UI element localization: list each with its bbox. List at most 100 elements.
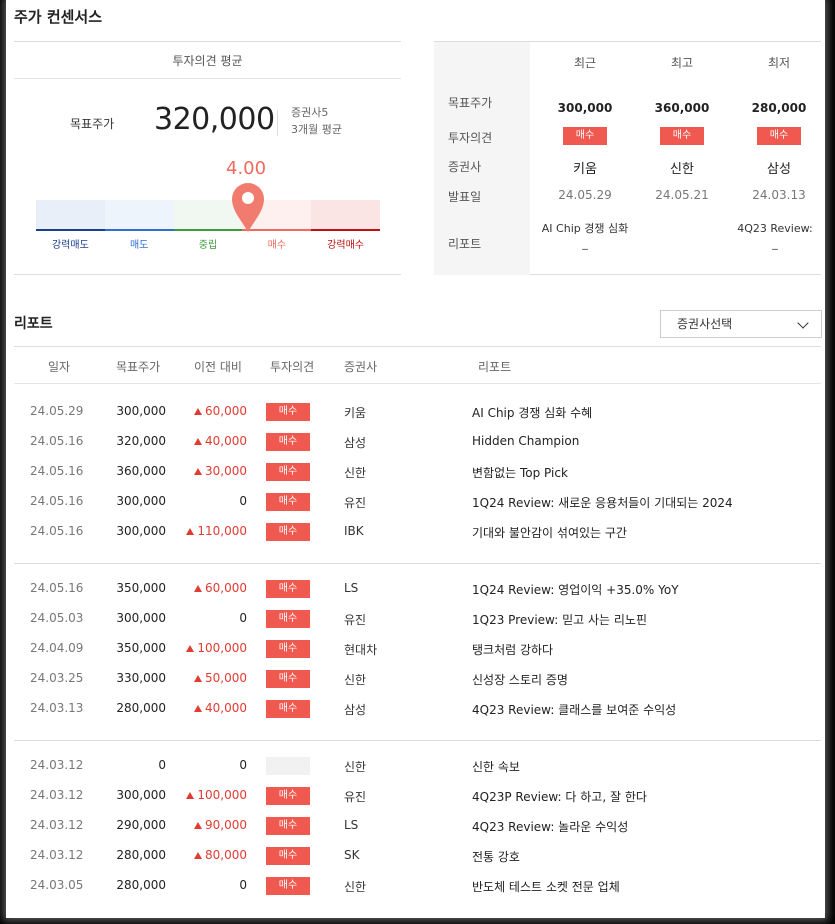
low-target: 280,000 bbox=[751, 101, 807, 115]
opinion-badge: 매수 bbox=[266, 493, 310, 511]
report-link[interactable]: 전통 강호 bbox=[472, 848, 520, 865]
table-row[interactable]: 24.03.12 280,000 80,000 매수 SK 전통 강호 bbox=[14, 841, 821, 871]
low-date: 24.03.13 bbox=[752, 188, 806, 202]
gauge-pin-icon bbox=[232, 183, 264, 232]
consensus-header: 투자의견 평균 bbox=[14, 42, 401, 79]
cell-opinion: 매수 bbox=[266, 463, 310, 481]
cell-target: 290,000 bbox=[116, 818, 166, 832]
opinion-gauge bbox=[36, 200, 380, 231]
opinion-badge: 매수 bbox=[266, 403, 310, 421]
cell-broker: 유진 bbox=[344, 496, 367, 510]
report-link[interactable]: 탱크처럼 강하다 bbox=[472, 641, 553, 658]
cell-change: 60,000 bbox=[174, 404, 247, 418]
up-arrow-icon bbox=[194, 675, 202, 682]
high-date: 24.05.21 bbox=[655, 188, 709, 202]
summary-table: 목표주가 투자의견 증권사 발표일 리포트 최근 최고 최저 300,000 매… bbox=[434, 41, 821, 275]
row-label-opinion: 투자의견 bbox=[448, 131, 493, 145]
table-row[interactable]: 24.03.12 0 0 신한 신한 속보 bbox=[14, 751, 821, 781]
table-row[interactable]: 24.03.12 290,000 90,000 매수 LS 4Q23 Review: 놀라… bbox=[14, 811, 821, 841]
target-price-meta: 증권사5 3개월 평균 bbox=[291, 104, 342, 138]
cell-date: 24.05.16 bbox=[30, 581, 84, 595]
cell-target: 320,000 bbox=[116, 434, 166, 448]
cell-change: 0 bbox=[174, 611, 247, 625]
row-label-target: 목표주가 bbox=[448, 96, 493, 110]
up-arrow-icon bbox=[194, 822, 202, 829]
cell-broker: 신한 bbox=[344, 880, 367, 894]
cell-date: 24.05.03 bbox=[30, 611, 84, 625]
low-report-link[interactable]: 4Q23 Review: _ bbox=[734, 221, 816, 251]
summary-label-column: 목표주가 투자의견 증권사 발표일 리포트 bbox=[434, 42, 530, 275]
cell-target: 300,000 bbox=[116, 494, 166, 508]
table-row[interactable]: 24.05.29 300,000 60,000 매수 키움 AI Chip 경쟁 심화 수… bbox=[14, 397, 821, 427]
opinion-badge: 매수 bbox=[266, 433, 310, 451]
table-row[interactable]: 24.03.12 300,000 100,000 매수 유진 4Q23P Review: … bbox=[14, 781, 821, 811]
gauge-label-neutral: 중립 bbox=[198, 240, 218, 251]
cell-broker: 삼성 bbox=[344, 436, 367, 450]
cell-target: 300,000 bbox=[116, 524, 166, 538]
cell-broker: SK bbox=[344, 848, 360, 862]
cell-broker: IBK bbox=[344, 524, 364, 538]
cell-broker: 신한 bbox=[344, 673, 367, 687]
table-row[interactable]: 24.05.16 350,000 60,000 매수 LS 1Q24 Review: 영업… bbox=[14, 574, 821, 604]
cell-change: 100,000 bbox=[174, 641, 247, 655]
low-broker: 삼성 bbox=[767, 162, 791, 177]
recent-report-link[interactable]: AI Chip 경쟁 심화_ bbox=[540, 221, 630, 251]
report-link[interactable]: 신한 속보 bbox=[472, 758, 520, 775]
opinion-score: 4.00 bbox=[226, 158, 267, 179]
cell-opinion: 매수 bbox=[266, 670, 310, 688]
change-value: 0 bbox=[239, 758, 247, 772]
recent-opinion: 매수 bbox=[540, 127, 630, 145]
gauge-labels: 강력매도 매도 중립 매수 강력매수 bbox=[36, 236, 380, 251]
report-link[interactable]: 4Q23 Review: 놀라운 수익성 bbox=[472, 818, 628, 835]
opinion-badge: 매수 bbox=[266, 463, 310, 481]
change-value: 0 bbox=[239, 611, 247, 625]
change-value: 50,000 bbox=[205, 671, 247, 685]
report-link[interactable]: 기대와 불안감이 섞여있는 구간 bbox=[472, 524, 627, 541]
recent-target: 300,000 bbox=[557, 101, 613, 115]
col-low: 최저 bbox=[767, 56, 791, 70]
table-row[interactable]: 24.04.09 350,000 100,000 매수 현대차 탱크처럼 강하다 bbox=[14, 634, 821, 664]
header-change: 이전 대비 bbox=[194, 360, 242, 374]
up-arrow-icon bbox=[194, 408, 202, 415]
report-link[interactable]: 반도체 테스트 소켓 전문 업체 bbox=[472, 878, 620, 895]
broker-select-dropdown[interactable]: 증권사선택 bbox=[660, 310, 822, 338]
table-row[interactable]: 24.05.16 320,000 40,000 매수 삼성 Hidden Champion bbox=[14, 427, 821, 457]
table-row[interactable]: 24.05.16 300,000 0 매수 유진 1Q24 Review: 새로운 응용처… bbox=[14, 487, 821, 517]
table-row[interactable]: 24.05.16 360,000 30,000 매수 신한 변함없는 Top Pick bbox=[14, 457, 821, 487]
period: 3개월 평균 bbox=[291, 123, 342, 136]
report-link[interactable]: 변함없는 Top Pick bbox=[472, 464, 568, 481]
header-target: 목표주가 bbox=[116, 360, 161, 374]
row-label-broker: 증권사 bbox=[448, 160, 482, 174]
report-link[interactable]: 1Q24 Review: 새로운 응용처들이 기대되는 2024 bbox=[472, 494, 733, 511]
cell-date: 24.03.12 bbox=[30, 758, 84, 772]
cell-opinion bbox=[266, 757, 310, 778]
cell-date: 24.05.16 bbox=[30, 464, 84, 478]
change-value: 60,000 bbox=[205, 404, 247, 418]
report-link[interactable]: AI Chip 경쟁 심화 수혜 bbox=[472, 404, 592, 421]
table-row[interactable]: 24.05.03 300,000 0 매수 유진 1Q23 Preview: 믿고 사는 … bbox=[14, 604, 821, 634]
gauge-label-sell: 매도 bbox=[129, 240, 149, 251]
report-link[interactable]: 4Q23 Review: 클래스를 보여준 수익성 bbox=[472, 701, 676, 718]
report-section-title: 리포트 bbox=[14, 316, 53, 332]
cell-opinion: 매수 bbox=[266, 580, 310, 598]
report-link[interactable]: 신성장 스토리 증명 bbox=[472, 671, 568, 688]
report-group: 24.03.12 0 0 신한 신한 속보 24.03.12 300,000 100,000 매… bbox=[14, 751, 821, 901]
cell-change: 40,000 bbox=[174, 434, 247, 448]
opinion-badge: 매수 bbox=[266, 580, 310, 598]
report-link[interactable]: Hidden Champion bbox=[472, 434, 579, 448]
table-row[interactable]: 24.03.25 330,000 50,000 매수 신한 신성장 스토리 증명 bbox=[14, 664, 821, 694]
change-value: 100,000 bbox=[197, 641, 247, 655]
report-link[interactable]: 1Q24 Review: 영업이익 +35.0% YoY bbox=[472, 581, 679, 598]
report-link[interactable]: 4Q23P Review: 다 하고, 잘 한다 bbox=[472, 788, 647, 805]
table-row[interactable]: 24.03.05 280,000 0 매수 신한 반도체 테스트 소켓 전문 업체 bbox=[14, 871, 821, 901]
report-link[interactable]: 1Q23 Preview: 믿고 사는 리노핀 bbox=[472, 611, 647, 628]
cell-change: 90,000 bbox=[174, 818, 247, 832]
cell-change: 50,000 bbox=[174, 671, 247, 685]
table-row[interactable]: 24.03.13 280,000 40,000 매수 삼성 4Q23 Review: 클래… bbox=[14, 694, 821, 724]
cell-opinion: 매수 bbox=[266, 403, 310, 421]
opinion-badge: 매수 bbox=[266, 523, 310, 541]
table-row[interactable]: 24.05.16 300,000 110,000 매수 IBK 기대와 불안감이 섞여있는… bbox=[14, 517, 821, 547]
up-arrow-icon bbox=[194, 585, 202, 592]
up-arrow-icon bbox=[186, 528, 195, 535]
cell-broker: 신한 bbox=[344, 760, 367, 774]
